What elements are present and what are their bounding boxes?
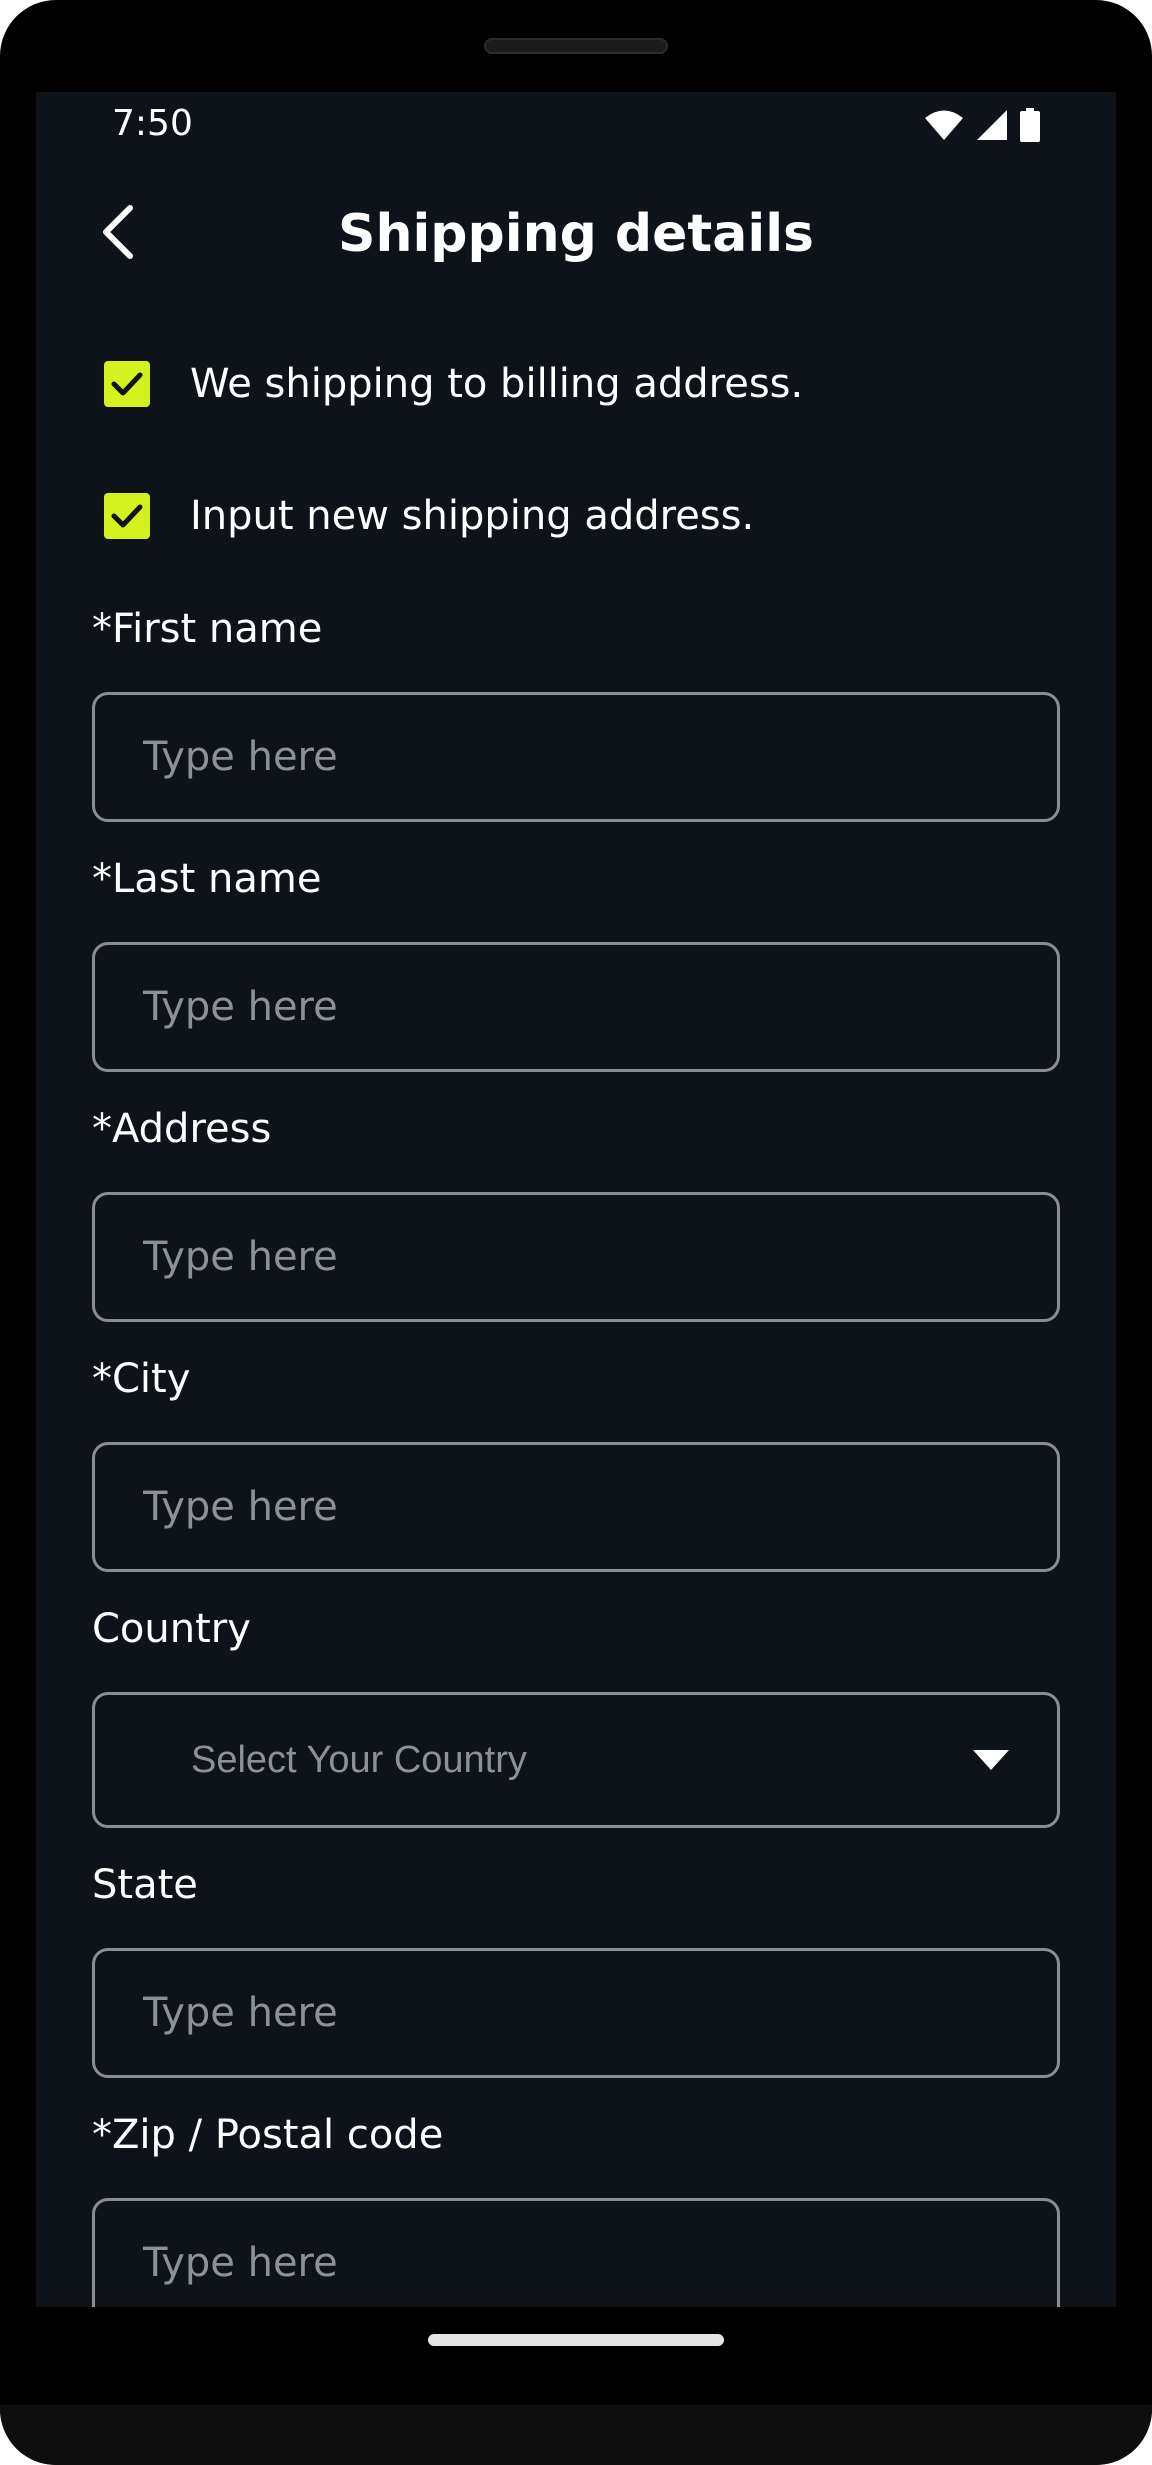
app-screen: 7:50 Shipping details We shipping to bil… xyxy=(36,92,1116,2307)
checkbox-checked[interactable] xyxy=(104,493,150,539)
back-button[interactable] xyxy=(88,204,148,264)
address-field-box xyxy=(92,1192,1060,1322)
first-name-label: *First name xyxy=(92,606,323,652)
first-name-field-box xyxy=(92,692,1060,822)
wifi-icon xyxy=(924,109,964,141)
page-title: Shipping details xyxy=(338,204,814,264)
last-name-field-box xyxy=(92,942,1060,1072)
country-select-value: Select Your Country xyxy=(191,1738,527,1781)
option-label: Input new shipping address. xyxy=(190,493,755,539)
last-name-label: *Last name xyxy=(92,856,322,902)
check-icon xyxy=(111,504,143,528)
option-label: We shipping to billing address. xyxy=(190,361,804,407)
address-input[interactable] xyxy=(95,1195,1057,1319)
country-select[interactable]: Select Your Country xyxy=(92,1692,1060,1828)
battery-icon xyxy=(1020,108,1040,142)
state-field-box xyxy=(92,1948,1060,2078)
option-ship-to-billing[interactable]: We shipping to billing address. xyxy=(104,356,803,412)
checkbox-checked[interactable] xyxy=(104,361,150,407)
chevron-left-icon xyxy=(98,204,138,264)
caret-down-icon xyxy=(973,1750,1009,1770)
state-label: State xyxy=(92,1862,198,1908)
check-icon xyxy=(111,372,143,396)
home-indicator[interactable] xyxy=(428,2334,724,2346)
last-name-input[interactable] xyxy=(95,945,1057,1069)
country-label: Country xyxy=(92,1606,251,1652)
first-name-input[interactable] xyxy=(95,695,1057,819)
bottom-bezel xyxy=(0,2405,1152,2465)
earpiece-speaker xyxy=(484,38,668,54)
address-label: *Address xyxy=(92,1106,272,1152)
phone-frame: 7:50 Shipping details We shipping to bil… xyxy=(0,0,1152,2465)
city-label: *City xyxy=(92,1356,191,1402)
signal-icon xyxy=(976,109,1008,141)
status-time: 7:50 xyxy=(112,103,193,144)
zip-field-box xyxy=(92,2198,1060,2307)
city-input[interactable] xyxy=(95,1445,1057,1569)
zip-input[interactable] xyxy=(95,2201,1057,2307)
option-new-address[interactable]: Input new shipping address. xyxy=(104,488,754,544)
state-input[interactable] xyxy=(95,1951,1057,2075)
city-field-box xyxy=(92,1442,1060,1572)
zip-label: *Zip / Postal code xyxy=(92,2112,444,2158)
status-icons xyxy=(924,108,1040,142)
